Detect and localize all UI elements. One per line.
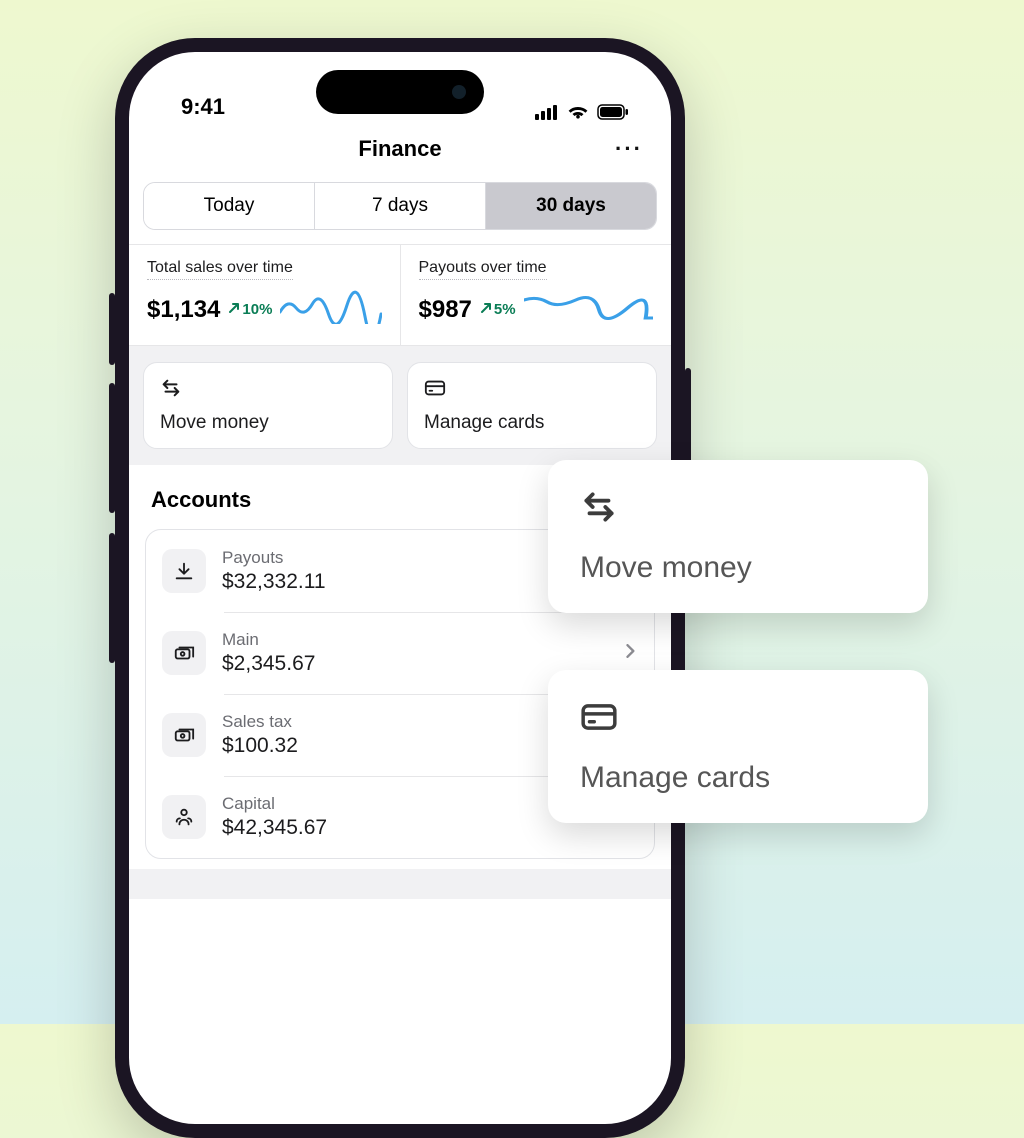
battery-icon [597, 104, 629, 120]
transfer-icon [580, 513, 618, 530]
manage-cards-button[interactable]: Manage cards [407, 362, 657, 449]
metric-delta: 5% [480, 301, 516, 318]
move-money-button[interactable]: Move money [143, 362, 393, 449]
metric-value: $987 [419, 296, 472, 324]
phone-notch [316, 70, 484, 114]
metric-title: Total sales over time [147, 259, 293, 280]
time-range-segmented: Today 7 days 30 days [143, 182, 657, 230]
segment-30days[interactable]: 30 days [486, 183, 656, 229]
callout-label: Manage cards [580, 761, 896, 795]
callout-move-money[interactable]: Move money [548, 460, 928, 613]
transfer-icon [160, 377, 376, 404]
capital-icon [162, 795, 206, 839]
segment-7days[interactable]: 7 days [315, 183, 486, 229]
action-label: Manage cards [424, 412, 640, 434]
page-title: Finance [358, 136, 441, 162]
more-button[interactable]: ··· [615, 136, 643, 162]
metric-title: Payouts over time [419, 259, 547, 280]
metric-value: $1,134 [147, 296, 220, 324]
segment-today[interactable]: Today [144, 183, 315, 229]
trend-up-icon [228, 301, 240, 318]
money-stack-icon [162, 631, 206, 675]
quick-actions: Move money Manage cards [129, 346, 671, 465]
callout-label: Move money [580, 551, 896, 585]
status-time: 9:41 [181, 94, 225, 120]
status-indicators [535, 104, 629, 120]
credit-card-icon [424, 377, 640, 404]
action-label: Move money [160, 412, 376, 434]
phone-side-button [109, 533, 115, 663]
wifi-icon [567, 104, 589, 120]
metric-delta: 10% [228, 301, 272, 318]
download-icon [162, 549, 206, 593]
account-amount: $42,345.67 [222, 816, 608, 840]
callout-manage-cards[interactable]: Manage cards [548, 670, 928, 823]
sparkline-icon [280, 290, 381, 329]
nav-header: Finance ··· [129, 122, 671, 176]
account-amount: $2,345.67 [222, 652, 608, 676]
account-name: Main [222, 630, 608, 650]
metric-payouts[interactable]: Payouts over time $987 5% [400, 245, 672, 345]
metrics-row: Total sales over time $1,134 10% Payouts [129, 245, 671, 346]
section-gap [129, 869, 671, 899]
chevron-right-icon [624, 644, 638, 663]
credit-card-icon [580, 723, 618, 740]
money-stack-icon [162, 713, 206, 757]
metric-total-sales[interactable]: Total sales over time $1,134 10% [129, 245, 400, 345]
trend-up-icon [480, 301, 492, 318]
cellular-icon [535, 104, 559, 120]
sparkline-icon [524, 290, 653, 329]
